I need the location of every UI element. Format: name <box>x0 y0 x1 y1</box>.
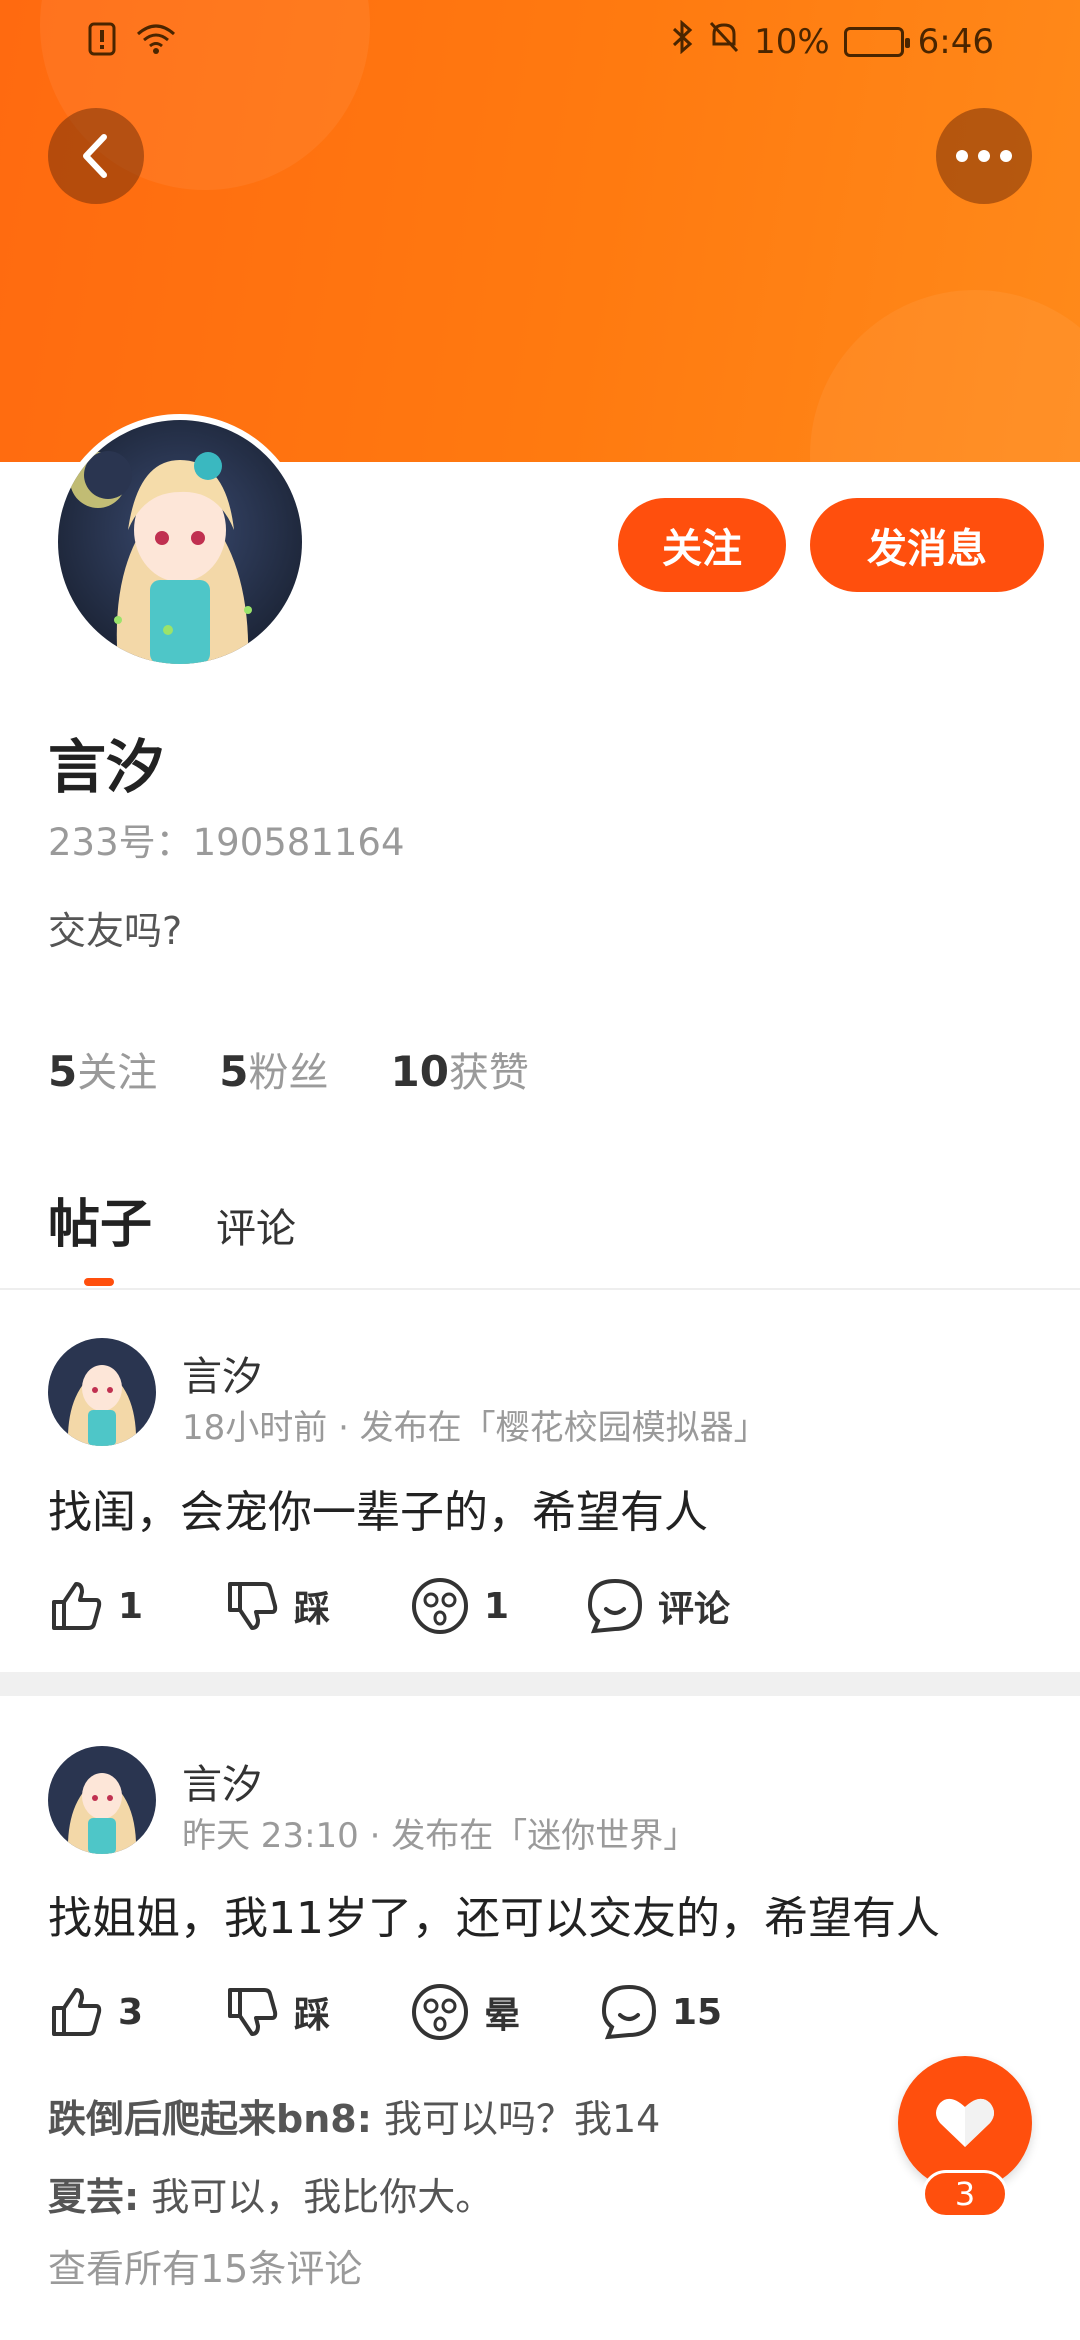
like-button[interactable]: 3 <box>48 1984 224 2040</box>
tab-indicator <box>84 1278 114 1286</box>
comment-bubble-icon <box>587 1578 643 1634</box>
dizzy-reaction-button[interactable]: 晕 <box>410 1982 600 2042</box>
send-message-button[interactable]: 发消息 <box>810 498 1044 592</box>
thumbs-up-icon <box>52 1988 102 2036</box>
comment-bubble-icon <box>601 1984 657 2040</box>
more-options-button[interactable] <box>936 108 1032 204</box>
post-author-name[interactable]: 言汐 <box>182 1344 262 1402</box>
comment-text: 我可以吗？我14 <box>384 2097 661 2141</box>
like-count-badge: 3 <box>922 2170 1008 2218</box>
post-author-avatar[interactable] <box>48 1746 156 1854</box>
comment-preview[interactable]: 夏芸: 我可以，我比你大。 <box>48 2166 493 2221</box>
tab-comments[interactable]: 评论 <box>216 1196 296 1254</box>
following-stat[interactable]: 5关注 <box>48 1040 157 1098</box>
comment-button[interactable]: 评论 <box>586 1577 730 1635</box>
post-text: 找闺，会宠你一辈子的，希望有人 <box>48 1487 708 1538</box>
dizzy-face-icon <box>412 1578 468 1634</box>
comment-button[interactable]: 15 <box>600 1983 722 2041</box>
thumbs-up-icon <box>52 1582 102 1630</box>
likes-stat: 10获赞 <box>390 1047 529 1096</box>
clock: 6:46 <box>917 21 994 62</box>
post-actions: 3 踩 晕 15 <box>48 1982 722 2042</box>
comment-user[interactable]: 夏芸: <box>48 2175 139 2219</box>
mute-icon <box>708 20 740 63</box>
comment-text: 我可以，我比你大。 <box>151 2175 494 2219</box>
back-arrow-icon <box>83 134 107 178</box>
heart-icon <box>936 2098 994 2147</box>
post-actions: 1 踩 1 评论 <box>48 1576 730 1636</box>
profile-stats: 5关注 5粉丝 10获赞 <box>48 1040 529 1098</box>
profile-avatar[interactable] <box>52 414 308 670</box>
tab-posts[interactable]: 帖子 <box>48 1182 152 1286</box>
dislike-button[interactable]: 踩 <box>224 1578 410 1634</box>
profile-tabs: 帖子 评论 <box>48 1182 296 1286</box>
comment-user[interactable]: 跌倒后爬起来bn8: <box>48 2097 372 2141</box>
profile-bio: 交友吗? <box>48 909 183 953</box>
wifi-icon <box>136 22 176 65</box>
post-text: 找姐姐，我11岁了，还可以交友的，希望有人 <box>48 1893 940 1944</box>
view-all-comments-link[interactable]: 查看所有15条评论 <box>48 2238 362 2293</box>
post-card[interactable]: 言汐 18小时前 · 发布在「樱花校园模拟器」 找闺，会宠你一辈子的，希望有人 … <box>0 1290 1080 1670</box>
post-separator <box>0 1672 1080 1696</box>
post-meta: 昨天 23:10 · 发布在「迷你世界」 <box>182 1816 698 1856</box>
battery-percent: 10% <box>754 21 830 62</box>
thumbs-down-icon <box>228 1988 278 2036</box>
profile-name: 言汐 <box>48 733 165 801</box>
dizzy-reaction-button[interactable]: 1 <box>410 1576 586 1636</box>
comment-preview[interactable]: 跌倒后爬起来bn8: 我可以吗？我14 <box>48 2088 660 2143</box>
alert-icon <box>88 22 116 65</box>
dislike-button[interactable]: 踩 <box>224 1984 410 2040</box>
fans-stat[interactable]: 5粉丝 <box>219 1040 328 1098</box>
post-meta: 18小时前 · 发布在「樱花校园模拟器」 <box>182 1408 768 1448</box>
back-button[interactable] <box>48 108 144 204</box>
thumbs-down-icon <box>228 1582 278 1630</box>
post-card[interactable]: 言汐 昨天 23:10 · 发布在「迷你世界」 找姐姐，我11岁了，还可以交友的… <box>0 1696 1080 2340</box>
bluetooth-icon <box>670 19 694 63</box>
more-dots-icon <box>956 150 1012 162</box>
status-bar: 10% 6:46 <box>0 0 1080 86</box>
post-author-avatar[interactable] <box>48 1338 156 1446</box>
post-author-name[interactable]: 言汐 <box>182 1752 262 1810</box>
battery-icon <box>843 26 910 57</box>
like-button[interactable]: 1 <box>48 1578 224 1634</box>
follow-button[interactable]: 关注 <box>618 498 786 592</box>
dizzy-face-icon <box>412 1984 468 2040</box>
profile-uid: 233号：190581164 <box>48 821 405 864</box>
